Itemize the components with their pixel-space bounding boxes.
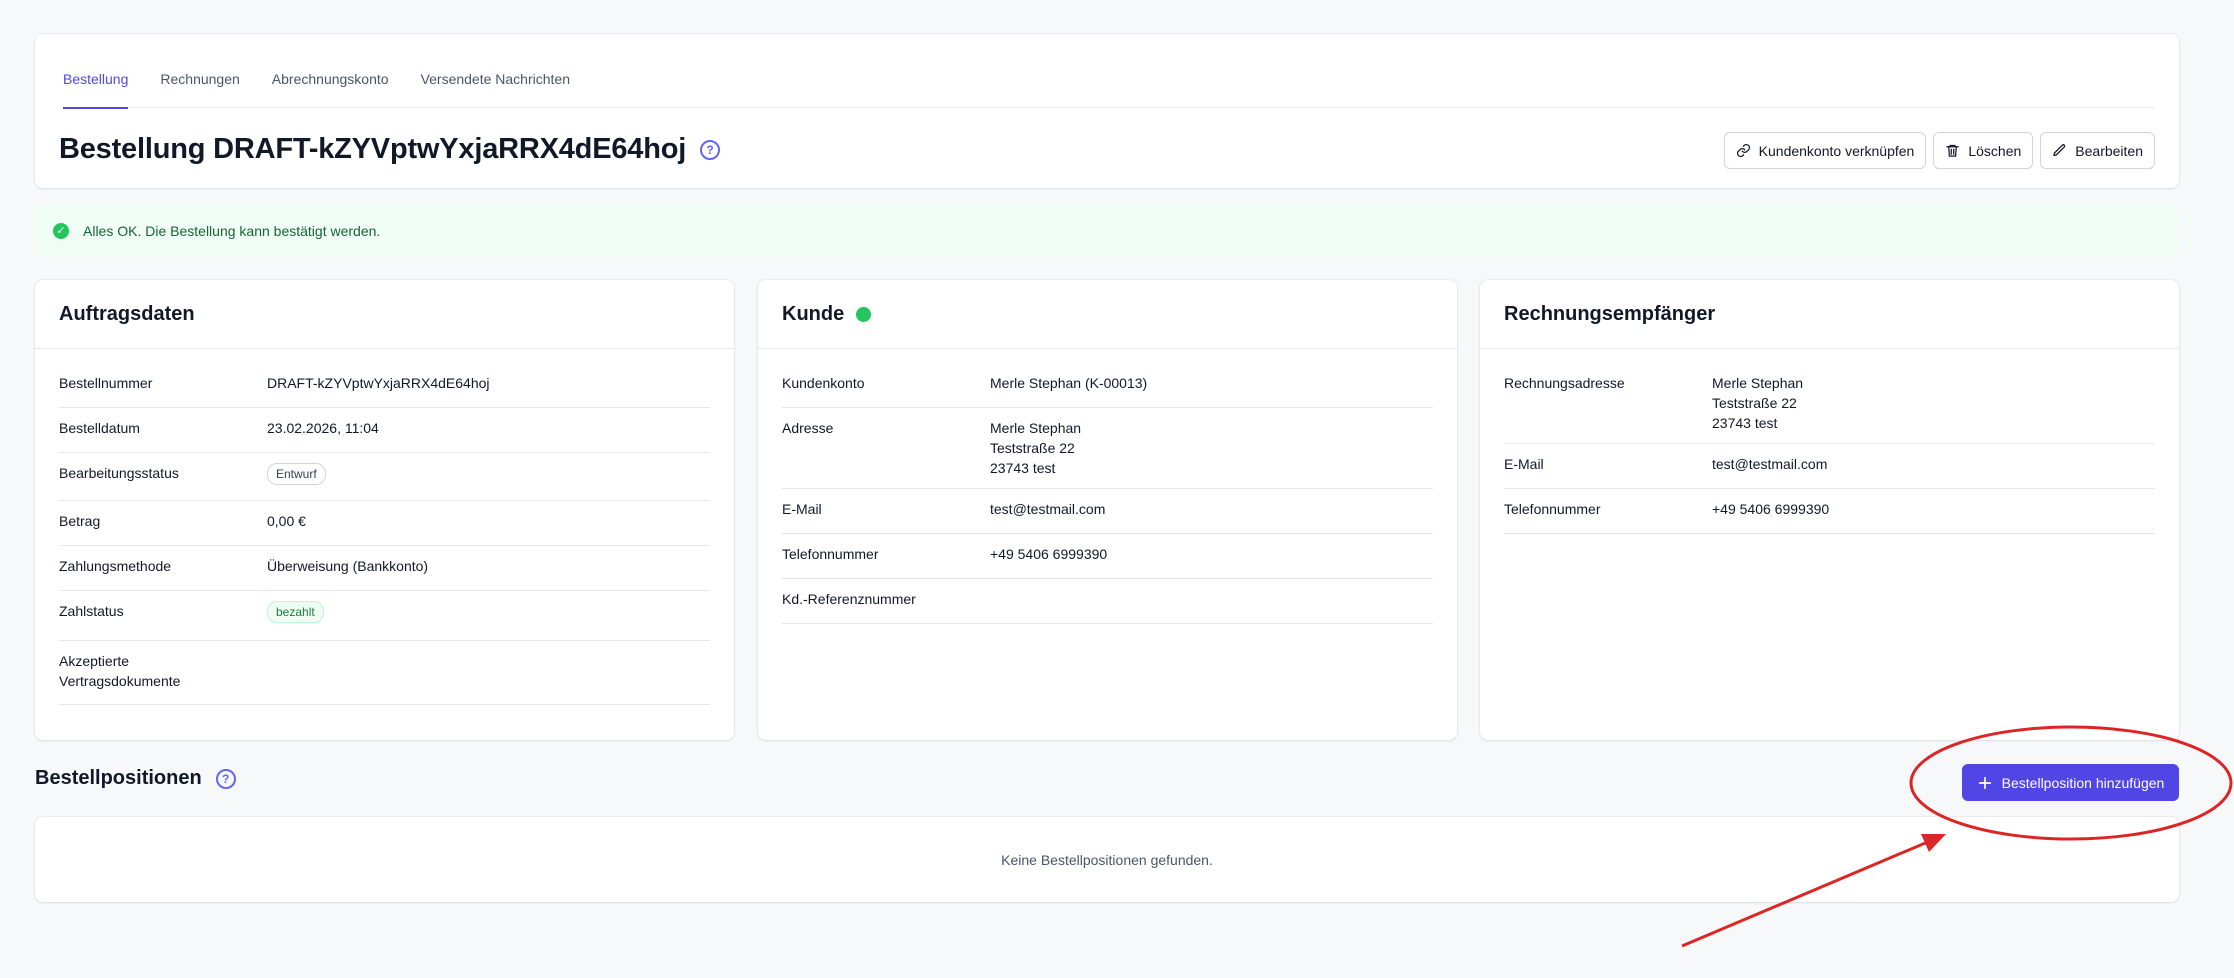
customer-title: Kunde xyxy=(782,302,845,325)
address-line: Merle Stephan xyxy=(990,420,1082,436)
detail-row: Telefonnummer +49 5406 6999390 xyxy=(1504,489,2155,534)
customer-address-value: Merle Stephan Teststraße 22 23743 test xyxy=(990,418,1433,478)
detail-row: Akzeptierte Vertragsdokumente xyxy=(59,641,710,705)
link-icon xyxy=(1736,143,1750,158)
detail-row: Zahlungsmethode Überweisung (Bankkonto) xyxy=(59,546,710,591)
empty-state-text: Keine Bestellpositionen gefunden. xyxy=(1001,852,1213,868)
billing-address-value: Merle Stephan Teststraße 22 23743 test xyxy=(1712,373,2155,433)
detail-row: Kd.-Referenznummer xyxy=(782,579,1433,624)
pencil-icon xyxy=(2053,144,2066,157)
detail-label: Telefonnummer xyxy=(1504,501,1601,517)
delete-label: Löschen xyxy=(1968,142,2022,159)
detail-label: E-Mail xyxy=(782,501,822,517)
detail-row: Bearbeitungsstatus Entwurf xyxy=(59,453,710,501)
check-circle-icon: ✓ xyxy=(53,222,69,239)
status-alert: ✓ Alles OK. Die Bestellung kann bestätig… xyxy=(35,205,2179,256)
positions-heading: Bestellpositionen ? xyxy=(35,767,236,790)
address-line: Teststraße 22 xyxy=(990,440,1075,456)
detail-label: Zahlungsmethode xyxy=(59,558,172,574)
delete-button[interactable]: Löschen xyxy=(1933,132,2034,169)
order-data-title: Auftragsdaten xyxy=(35,280,734,349)
tab-rechnungen[interactable]: Rechnungen xyxy=(160,34,239,108)
page-title-wrap: Bestellung DRAFT-kZYVptwYxjaRRX4dE64hoj … xyxy=(59,133,721,166)
positions-table: Keine Bestellpositionen gefunden. xyxy=(35,817,2179,902)
detail-label: E-Mail xyxy=(1504,456,1544,472)
customer-reference-value xyxy=(990,589,1433,613)
customer-email-value: test@testmail.com xyxy=(990,501,1106,517)
detail-label: Telefonnummer xyxy=(782,546,879,562)
detail-label: Kundenkonto xyxy=(782,375,865,391)
order-data-card: Auftragsdaten Bestellnummer DRAFT-kZYVpt… xyxy=(35,280,734,740)
plus-icon xyxy=(1978,776,1991,789)
detail-row: Rechnungsadresse Merle Stephan Teststraß… xyxy=(1504,363,2155,444)
detail-label: Betrag xyxy=(59,513,101,529)
detail-label: Bearbeitungsstatus xyxy=(59,465,179,481)
link-account-label: Kundenkonto verknüpfen xyxy=(1758,142,1915,159)
order-header-card: Bestellung Rechnungen Abrechnungskonto V… xyxy=(35,34,2179,188)
link-account-button[interactable]: Kundenkonto verknüpfen xyxy=(1723,132,1927,169)
customer-status-dot xyxy=(856,306,872,322)
amount-value: 0,00 € xyxy=(267,513,306,529)
detail-label: Rechnungsadresse xyxy=(1504,375,1625,391)
detail-label: Akzeptierte Vertragsdokumente xyxy=(59,653,181,689)
detail-label: Kd.-Referenznummer xyxy=(782,591,916,607)
customer-account-value: Merle Stephan (K-00013) xyxy=(990,375,1148,391)
detail-label: Bestelldatum xyxy=(59,420,140,436)
help-circle-icon[interactable]: ? xyxy=(700,139,721,160)
trash-icon xyxy=(1946,144,1960,157)
detail-label: Adresse xyxy=(782,420,834,436)
page-title: Bestellung DRAFT-kZYVptwYxjaRRX4dE64hoj xyxy=(59,133,687,165)
edit-button[interactable]: Bearbeiten xyxy=(2040,132,2155,169)
customer-card: Kunde Kundenkonto Merle Stephan (K-00013… xyxy=(758,280,1457,740)
customer-phone-value: +49 5406 6999390 xyxy=(990,546,1108,562)
edit-label: Bearbeiten xyxy=(2075,142,2143,159)
order-number-value: DRAFT-kZYVptwYxjaRRX4dE64hoj xyxy=(267,375,490,391)
billing-email-value: test@testmail.com xyxy=(1712,456,1828,472)
detail-label: Bestellnummer xyxy=(59,375,153,391)
address-line: 23743 test xyxy=(990,460,1056,476)
detail-row: Adresse Merle Stephan Teststraße 22 2374… xyxy=(782,408,1433,489)
add-position-label: Bestellposition hinzufügen xyxy=(2001,774,2165,791)
tab-bestellung[interactable]: Bestellung xyxy=(63,34,129,109)
order-date-value: 23.02.2026, 11:04 xyxy=(267,420,379,436)
detail-row: Betrag 0,00 € xyxy=(59,501,710,546)
detail-row: Kundenkonto Merle Stephan (K-00013) xyxy=(782,363,1433,408)
alert-message: Alles OK. Die Bestellung kann bestätigt … xyxy=(83,222,381,239)
detail-row: Zahlstatus bezahlt xyxy=(59,591,710,641)
address-line: 23743 test xyxy=(1712,415,1778,431)
billing-title: Rechnungsempfänger xyxy=(1480,280,2179,349)
tab-abrechnungskonto[interactable]: Abrechnungskonto xyxy=(272,34,389,108)
header-actions: Kundenkonto verknüpfen Löschen Bearbeite… xyxy=(1723,132,2155,169)
detail-row: E-Mail test@testmail.com xyxy=(782,489,1433,534)
help-circle-icon[interactable]: ? xyxy=(215,768,236,789)
tab-versendete-nachrichten[interactable]: Versendete Nachrichten xyxy=(421,34,570,108)
accepted-documents-value xyxy=(267,651,710,694)
payment-method-value: Überweisung (Bankkonto) xyxy=(267,558,429,574)
detail-row: Bestellnummer DRAFT-kZYVptwYxjaRRX4dE64h… xyxy=(59,363,710,408)
add-position-button[interactable]: Bestellposition hinzufügen xyxy=(1962,764,2179,801)
processing-status-badge: Entwurf xyxy=(267,463,326,485)
detail-label: Zahlstatus xyxy=(59,603,124,619)
address-line: Merle Stephan xyxy=(1712,375,1804,391)
detail-row: E-Mail test@testmail.com xyxy=(1504,444,2155,489)
payment-status-badge: bezahlt xyxy=(267,601,324,623)
positions-title: Bestellpositionen xyxy=(35,767,202,789)
detail-row: Telefonnummer +49 5406 6999390 xyxy=(782,534,1433,579)
tab-bar: Bestellung Rechnungen Abrechnungskonto V… xyxy=(63,34,2155,109)
customer-title-wrap: Kunde xyxy=(758,280,1457,349)
billing-card: Rechnungsempfänger Rechnungsadresse Merl… xyxy=(1480,280,2179,740)
address-line: Teststraße 22 xyxy=(1712,395,1797,411)
billing-phone-value: +49 5406 6999390 xyxy=(1712,501,1830,517)
detail-row: Bestelldatum 23.02.2026, 11:04 xyxy=(59,408,710,453)
